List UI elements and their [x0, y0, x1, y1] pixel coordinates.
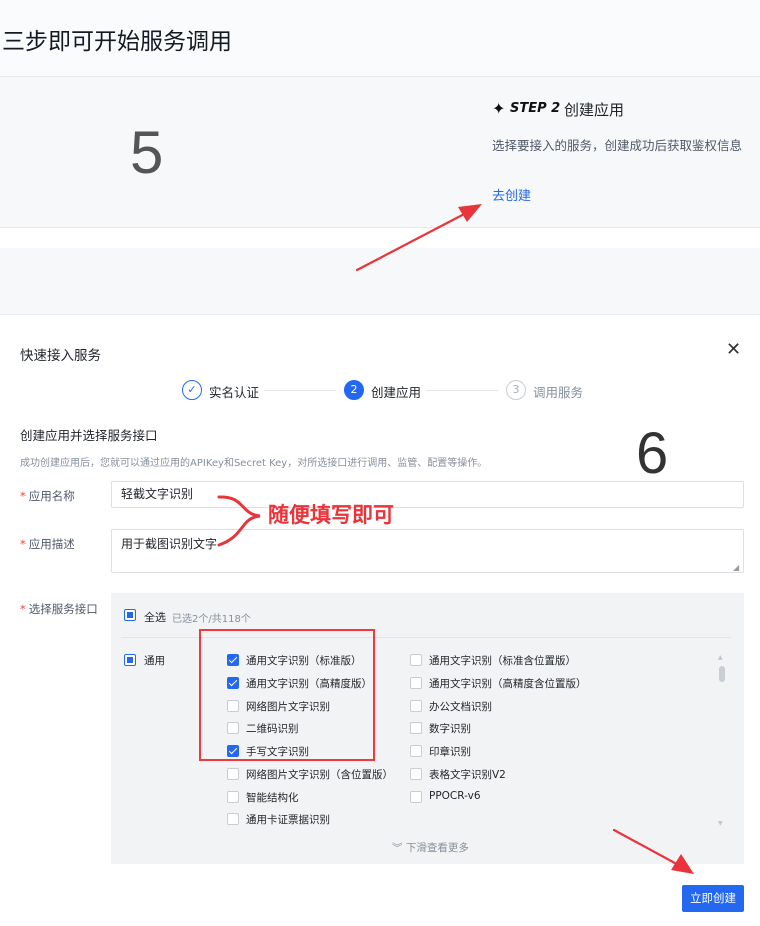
step-1-check-icon: ✓: [182, 380, 202, 400]
close-icon[interactable]: ✕: [726, 340, 741, 360]
app-desc-textarea[interactable]: 用于截图识别文字: [111, 529, 744, 573]
go-create-link[interactable]: 去创建: [492, 185, 531, 204]
annotation-note: 随便填写即可: [268, 503, 394, 527]
section-title: 创建应用并选择服务接口: [20, 428, 158, 443]
step-name: 创建应用: [564, 101, 625, 119]
step-1-label: 实名认证: [209, 385, 260, 400]
service-label[interactable]: 表格文字识别V2: [429, 767, 506, 782]
group-label: 通用: [144, 655, 165, 667]
app-name-label: * 应用名称: [20, 489, 75, 503]
double-chevron-down-icon: ︾: [392, 842, 403, 854]
service-label[interactable]: 通用文字识别（高精度含位置版）: [429, 676, 587, 691]
annotation-number-6: 6: [636, 421, 669, 486]
service-label[interactable]: 网络图片文字识别（含位置版）: [246, 767, 393, 782]
service-label[interactable]: 通用卡证票据识别: [246, 812, 330, 827]
scroll-more-hint[interactable]: ︾ 下滑查看更多: [392, 840, 469, 855]
page-title: 三步即可开始服务调用: [2, 29, 232, 55]
step-connector: [264, 390, 336, 391]
service-checkbox[interactable]: [227, 768, 239, 780]
selected-count: 已选2个/共118个: [172, 614, 251, 625]
service-label[interactable]: 通用文字识别（标准含位置版）: [429, 653, 576, 668]
sparkle-icon: ✦: [492, 99, 506, 118]
service-checkbox[interactable]: [410, 768, 422, 780]
service-checkbox[interactable]: [410, 791, 422, 803]
resize-grip-icon[interactable]: ◢: [733, 563, 739, 572]
dialog-title: 快速接入服务: [20, 348, 101, 364]
step-2-label: 创建应用: [371, 385, 422, 400]
app-name-input[interactable]: 轻截文字识别: [111, 481, 744, 508]
annotation-highlight-box: [199, 629, 375, 761]
scroll-up-arrow-icon[interactable]: ▲: [718, 654, 723, 661]
section-description: 成功创建应用后，您就可以通过应用的APIKey和Secret Key，对所选接口…: [20, 458, 488, 469]
service-label[interactable]: 数字识别: [429, 721, 471, 736]
scroll-down-arrow-icon[interactable]: ▼: [718, 820, 723, 827]
service-checkbox[interactable]: [227, 813, 239, 825]
service-checkbox[interactable]: [410, 700, 422, 712]
step-label: STEP 2: [510, 101, 561, 116]
service-checkbox[interactable]: [410, 677, 422, 689]
step-description: 选择要接入的服务，创建成功后获取鉴权信息: [492, 138, 743, 153]
service-checkbox[interactable]: [410, 654, 422, 666]
step-3-label: 调用服务: [533, 385, 584, 400]
step-2-number: 2: [344, 380, 364, 400]
service-label[interactable]: PPOCR-v6: [429, 790, 481, 802]
service-label[interactable]: 印章识别: [429, 744, 471, 759]
service-checkbox[interactable]: [227, 791, 239, 803]
service-label[interactable]: 智能结构化: [246, 790, 299, 805]
app-desc-label: * 应用描述: [20, 537, 75, 551]
create-now-button[interactable]: 立即创建: [682, 885, 744, 912]
service-label[interactable]: 办公文档识别: [429, 699, 492, 714]
group-checkbox[interactable]: [124, 654, 136, 666]
blank-band: [0, 248, 760, 315]
select-all-checkbox[interactable]: [124, 609, 136, 621]
service-checkbox[interactable]: [410, 722, 422, 734]
select-all-label[interactable]: 全选: [144, 609, 166, 625]
step-connector: [426, 390, 498, 391]
annotation-number-5: 5: [130, 119, 164, 186]
service-select-label: * 选择服务接口: [20, 602, 98, 616]
service-checkbox[interactable]: [410, 745, 422, 757]
step-3-number: 3: [506, 380, 526, 400]
scrollbar-thumb[interactable]: [719, 666, 725, 682]
